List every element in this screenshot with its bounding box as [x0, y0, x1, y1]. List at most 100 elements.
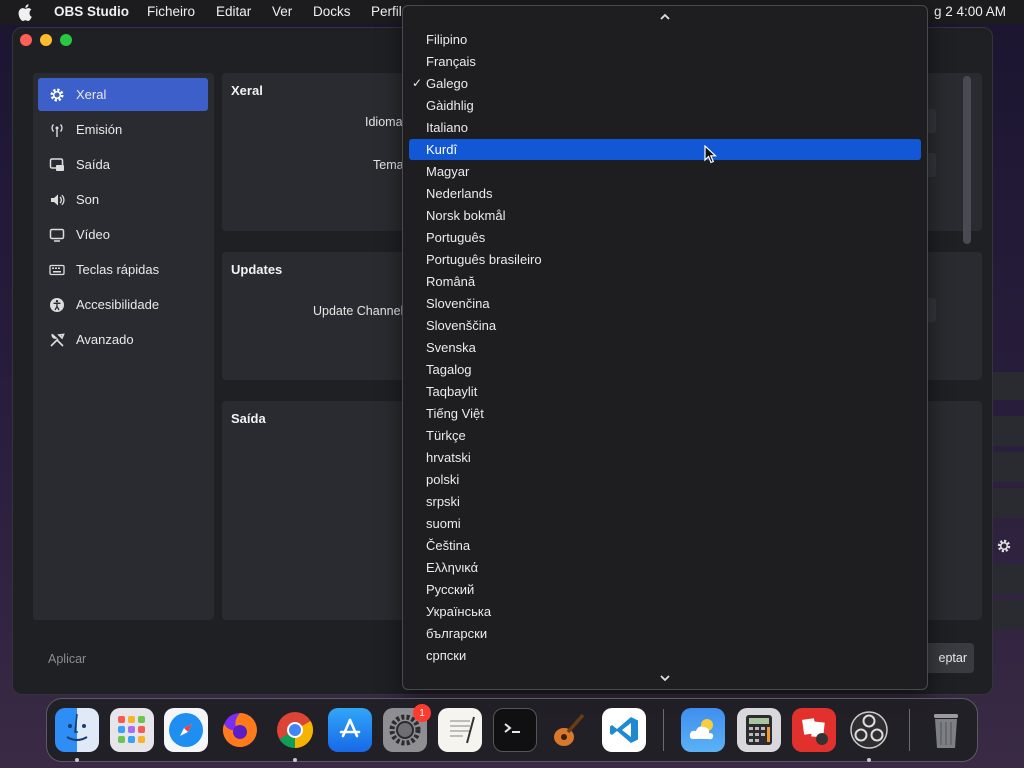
- sidebar-item-son[interactable]: Son: [38, 183, 208, 216]
- language-option[interactable]: polski: [409, 469, 921, 490]
- calculator-icon[interactable]: [737, 708, 781, 752]
- sidebar-item-accesibilidade[interactable]: Accesibilidade: [38, 288, 208, 321]
- language-option[interactable]: Українська: [409, 601, 921, 622]
- language-option[interactable]: Română: [409, 271, 921, 292]
- minimize-window-button[interactable]: [40, 34, 52, 46]
- language-option[interactable]: Ελληνικά: [409, 557, 921, 578]
- language-option[interactable]: ✓ Galego: [409, 73, 921, 94]
- sidebar-item-label: Xeral: [76, 87, 107, 102]
- chrome-icon[interactable]: [273, 708, 317, 752]
- dock-separator: [909, 709, 910, 751]
- apple-logo-icon[interactable]: [18, 3, 34, 21]
- firefox-icon[interactable]: [218, 708, 262, 752]
- speaker-icon: [44, 192, 70, 208]
- menu-ver[interactable]: Ver: [272, 4, 292, 19]
- trash-icon[interactable]: [924, 708, 968, 752]
- language-option-label: polski: [426, 472, 460, 487]
- language-option[interactable]: Čeština: [409, 535, 921, 556]
- language-option[interactable]: Filipino: [409, 29, 921, 50]
- broadcast-icon: [44, 122, 70, 138]
- photo-booth-icon[interactable]: [792, 708, 836, 752]
- language-option-label: Slovenščina: [426, 318, 497, 333]
- running-indicator: [867, 758, 871, 762]
- language-option[interactable]: Slovenčina: [409, 293, 921, 314]
- language-option-label: Čeština: [426, 538, 471, 553]
- notification-badge: 1: [413, 704, 431, 722]
- sidebar-item-emision[interactable]: Emisión: [38, 113, 208, 146]
- menu-editar[interactable]: Editar: [216, 4, 251, 19]
- language-option[interactable]: suomi: [409, 513, 921, 534]
- tools-icon: [44, 332, 70, 348]
- sidebar-item-teclas-rapidas[interactable]: Teclas rápidas: [38, 253, 208, 286]
- settings-sidebar: Xeral Emisión Saída Son Vídeo Teclas ráp…: [33, 73, 214, 620]
- obs-icon[interactable]: [847, 708, 891, 752]
- language-option[interactable]: Gàidhlig: [409, 95, 921, 116]
- background-window-strip: [993, 488, 1024, 518]
- sidebar-item-label: Son: [76, 192, 100, 207]
- language-option[interactable]: Taqbaylit: [409, 381, 921, 402]
- language-option[interactable]: Português: [409, 227, 921, 248]
- sidebar-item-avanzado[interactable]: Avanzado: [38, 323, 208, 356]
- menu-app-name[interactable]: OBS Studio: [54, 4, 129, 19]
- language-option[interactable]: Italiano: [409, 117, 921, 138]
- settings-scrollbar[interactable]: [963, 76, 971, 244]
- apply-button[interactable]: Aplicar: [48, 652, 86, 666]
- gear-icon[interactable]: [996, 538, 1012, 554]
- language-option-label: Italiano: [426, 120, 468, 135]
- app-store-icon[interactable]: [328, 708, 372, 752]
- language-option[interactable]: Português brasileiro: [409, 249, 921, 270]
- garageband-icon[interactable]: [547, 708, 591, 752]
- language-option-label: Tagalog: [426, 362, 472, 377]
- language-option-label: Svenska: [426, 340, 476, 355]
- zoom-window-button[interactable]: [60, 34, 72, 46]
- language-label: Idioma: [365, 115, 403, 129]
- language-option[interactable]: Norsk bokmål: [409, 205, 921, 226]
- language-option-label: Gàidhlig: [426, 98, 474, 113]
- sidebar-item-xeral[interactable]: Xeral: [38, 78, 208, 111]
- menu-docks[interactable]: Docks: [313, 4, 351, 19]
- sidebar-item-label: Accesibilidade: [76, 297, 160, 312]
- scroll-down-arrow-icon[interactable]: [658, 673, 672, 683]
- system-settings-icon[interactable]: 1: [383, 704, 431, 752]
- textedit-icon[interactable]: [438, 708, 482, 752]
- language-option[interactable]: Nederlands: [409, 183, 921, 204]
- safari-icon[interactable]: [164, 708, 208, 752]
- keyboard-icon: [44, 262, 70, 278]
- language-option[interactable]: български: [409, 623, 921, 644]
- language-option[interactable]: Français: [409, 51, 921, 72]
- language-option[interactable]: srpski: [409, 491, 921, 512]
- language-option[interactable]: Magyar: [409, 161, 921, 182]
- weather-icon[interactable]: [681, 708, 725, 752]
- language-option-label: Ελληνικά: [426, 560, 479, 575]
- language-option[interactable]: Slovenščina: [409, 315, 921, 336]
- language-option[interactable]: српски: [409, 645, 921, 666]
- sidebar-item-video[interactable]: Vídeo: [38, 218, 208, 251]
- launchpad-icon[interactable]: [110, 708, 154, 752]
- gear-icon: [44, 87, 70, 103]
- finder-icon[interactable]: [55, 708, 99, 752]
- panel-title-updates: Updates: [231, 262, 283, 277]
- terminal-icon[interactable]: [493, 708, 537, 752]
- language-option-label: Taqbaylit: [426, 384, 478, 399]
- language-option-label: Română: [426, 274, 476, 289]
- language-option[interactable]: Русский: [409, 579, 921, 600]
- checkmark-icon: ✓: [412, 76, 423, 90]
- language-option[interactable]: Türkçe: [409, 425, 921, 446]
- language-option[interactable]: Tagalog: [409, 359, 921, 380]
- background-window-strip: [993, 416, 1024, 446]
- language-option[interactable]: Svenska: [409, 337, 921, 358]
- close-window-button[interactable]: [20, 34, 32, 46]
- menu-perfil[interactable]: Perfil: [371, 4, 402, 19]
- menu-ficheiro[interactable]: Ficheiro: [147, 4, 195, 19]
- sidebar-item-saida[interactable]: Saída: [38, 148, 208, 181]
- scroll-up-arrow-icon[interactable]: [658, 12, 672, 22]
- language-option[interactable]: Tiếng Việt: [409, 403, 921, 424]
- panel-title-general: Xeral: [231, 83, 263, 98]
- menu-clock[interactable]: g 2 4:00 AM: [934, 4, 1006, 19]
- language-option-label: Nederlands: [426, 186, 493, 201]
- language-option[interactable]: Kurdî: [409, 139, 921, 160]
- sidebar-item-label: Saída: [76, 157, 110, 172]
- language-option-label: Українська: [426, 604, 492, 619]
- language-option[interactable]: hrvatski: [409, 447, 921, 468]
- vscode-icon[interactable]: [602, 708, 646, 752]
